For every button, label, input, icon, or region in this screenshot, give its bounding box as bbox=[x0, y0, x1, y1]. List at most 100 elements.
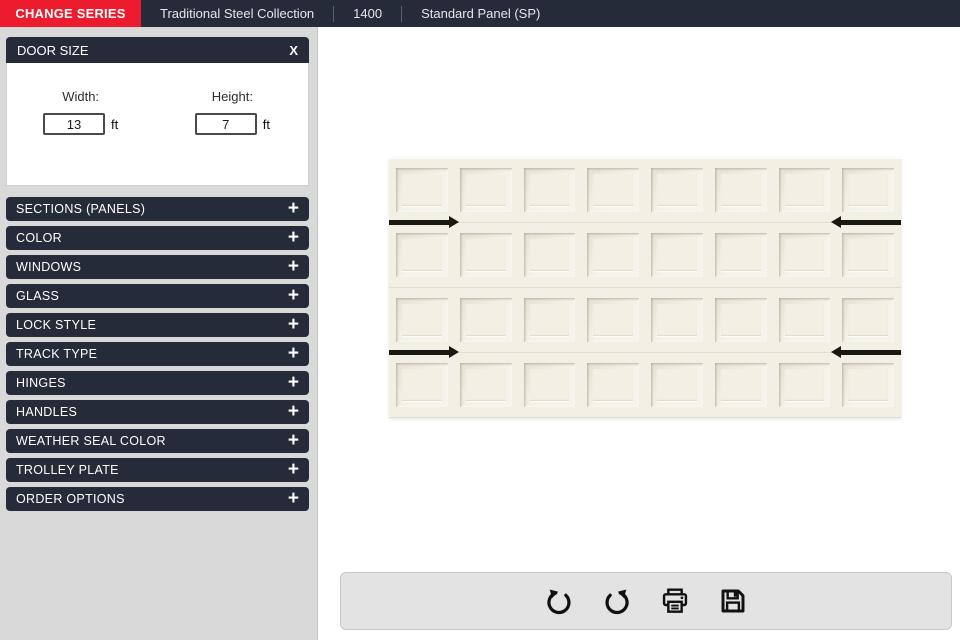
door-section bbox=[389, 158, 901, 223]
door-panel bbox=[651, 363, 703, 407]
door-panel bbox=[396, 298, 448, 342]
accordion-section-sections-panels[interactable]: SECTIONS (PANELS) + bbox=[6, 197, 309, 221]
plus-icon: + bbox=[287, 488, 299, 509]
door-section bbox=[389, 353, 901, 418]
strap-hinge-right bbox=[831, 346, 901, 358]
topbar: CHANGE SERIES Traditional Steel Collecti… bbox=[0, 0, 960, 27]
redo-icon bbox=[605, 589, 629, 615]
door-panel bbox=[842, 168, 894, 212]
height-input[interactable] bbox=[194, 113, 257, 135]
accordion-label: COLOR bbox=[16, 231, 62, 245]
door-panel bbox=[651, 168, 703, 212]
plus-icon: + bbox=[287, 285, 299, 306]
door-panel bbox=[396, 363, 448, 407]
door-panel bbox=[587, 168, 639, 212]
height-label: Height: bbox=[211, 89, 253, 104]
door-panel bbox=[459, 233, 512, 277]
door-panel bbox=[587, 298, 639, 342]
accordion-label: GLASS bbox=[16, 289, 60, 303]
width-input[interactable] bbox=[43, 113, 105, 135]
accordion-section-hinges[interactable]: HINGES + bbox=[6, 371, 309, 395]
nav-item: Standard Panel (SP) bbox=[421, 6, 541, 21]
door-panel bbox=[396, 168, 448, 212]
door-size-panel: DOOR SIZE X Width: ft Height: ft bbox=[6, 37, 309, 186]
door-panel bbox=[459, 363, 512, 407]
accordion-label: WINDOWS bbox=[16, 260, 82, 274]
accordion-section-handles[interactable]: HANDLES + bbox=[6, 400, 309, 424]
door-panel bbox=[587, 233, 639, 277]
accordion-section-track-type[interactable]: TRACK TYPE + bbox=[6, 342, 309, 366]
plus-icon: + bbox=[287, 227, 299, 248]
door-size-body: Width: ft Height: ft bbox=[6, 63, 309, 186]
change-series-button[interactable]: CHANGE SERIES bbox=[0, 0, 141, 27]
printer-icon bbox=[662, 588, 688, 613]
save-button[interactable] bbox=[716, 584, 750, 618]
door-panel bbox=[523, 363, 576, 407]
door-panel bbox=[651, 298, 703, 342]
accordion-list: SECTIONS (PANELS) + COLOR + WINDOWS + GLASS + LO… bbox=[6, 197, 309, 516]
door-panel bbox=[714, 233, 767, 277]
topbar-items: Traditional Steel Collection 1400 Standard… bbox=[141, 0, 559, 27]
door-preview bbox=[389, 158, 901, 418]
preview-toolbar bbox=[340, 572, 952, 630]
door-panel bbox=[778, 298, 831, 342]
accordion-section-order-options[interactable]: ORDER OPTIONS + bbox=[6, 487, 309, 511]
accordion-section-lock-style[interactable]: LOCK STYLE + bbox=[6, 313, 309, 337]
width-field: Width: ft bbox=[43, 89, 118, 185]
plus-icon: + bbox=[287, 256, 299, 277]
door-panel bbox=[587, 363, 639, 407]
door-size-header: DOOR SIZE X bbox=[6, 37, 309, 63]
door-panel bbox=[778, 233, 831, 277]
accordion-section-color[interactable]: COLOR + bbox=[6, 226, 309, 250]
undo-button[interactable] bbox=[542, 584, 576, 618]
accordion-label: SECTIONS (PANELS) bbox=[16, 202, 146, 216]
accordion-label: ORDER OPTIONS bbox=[16, 492, 125, 506]
plus-icon: + bbox=[287, 343, 299, 364]
door-panel bbox=[714, 298, 767, 342]
accordion-label: HINGES bbox=[16, 376, 66, 390]
accordion-label: WEATHER SEAL COLOR bbox=[16, 434, 166, 448]
plus-icon: + bbox=[287, 314, 299, 335]
accordion-section-weather-seal-color[interactable]: WEATHER SEAL COLOR + bbox=[6, 429, 309, 453]
undo-icon bbox=[547, 589, 571, 615]
plus-icon: + bbox=[287, 198, 299, 219]
width-unit: ft bbox=[111, 116, 119, 132]
plus-icon: + bbox=[287, 459, 299, 480]
door-panel bbox=[778, 363, 831, 407]
door-panel bbox=[714, 168, 767, 212]
door-size-title: DOOR SIZE bbox=[17, 42, 89, 58]
door-panel bbox=[523, 298, 576, 342]
door-section bbox=[389, 288, 901, 353]
door-panel bbox=[842, 233, 894, 277]
door-panel bbox=[396, 233, 448, 277]
close-icon[interactable]: X bbox=[289, 44, 298, 57]
plus-icon: + bbox=[287, 401, 299, 422]
door-panel bbox=[523, 168, 576, 212]
accordion-label: TRACK TYPE bbox=[16, 347, 98, 361]
strap-hinge-left bbox=[389, 346, 459, 358]
accordion-section-glass[interactable]: GLASS + bbox=[6, 284, 309, 308]
accordion-section-trolley-plate[interactable]: TROLLEY PLATE + bbox=[6, 458, 309, 482]
door-panel bbox=[459, 298, 512, 342]
door-panel bbox=[459, 168, 512, 212]
redo-button[interactable] bbox=[600, 584, 634, 618]
accordion-label: HANDLES bbox=[16, 405, 78, 419]
nav-item: 1400 bbox=[353, 6, 383, 21]
door-section bbox=[389, 223, 901, 288]
accordion-label: TROLLEY PLATE bbox=[16, 463, 119, 477]
door-panel bbox=[778, 168, 831, 212]
door-panel bbox=[714, 363, 767, 407]
nav-item: Traditional Steel Collection bbox=[160, 6, 315, 21]
door-panel bbox=[651, 233, 703, 277]
plus-icon: + bbox=[287, 372, 299, 393]
strap-hinge-left bbox=[389, 216, 459, 228]
accordion-label: LOCK STYLE bbox=[16, 318, 97, 332]
width-label: Width: bbox=[62, 89, 100, 104]
plus-icon: + bbox=[287, 430, 299, 451]
strap-hinge-right bbox=[831, 216, 901, 228]
accordion-section-windows[interactable]: WINDOWS + bbox=[6, 255, 309, 279]
door-panel bbox=[842, 363, 894, 407]
door-panel bbox=[523, 233, 576, 277]
sidebar: DOOR SIZE X Width: ft Height: ft SECTION… bbox=[0, 27, 318, 640]
print-button[interactable] bbox=[658, 584, 692, 618]
